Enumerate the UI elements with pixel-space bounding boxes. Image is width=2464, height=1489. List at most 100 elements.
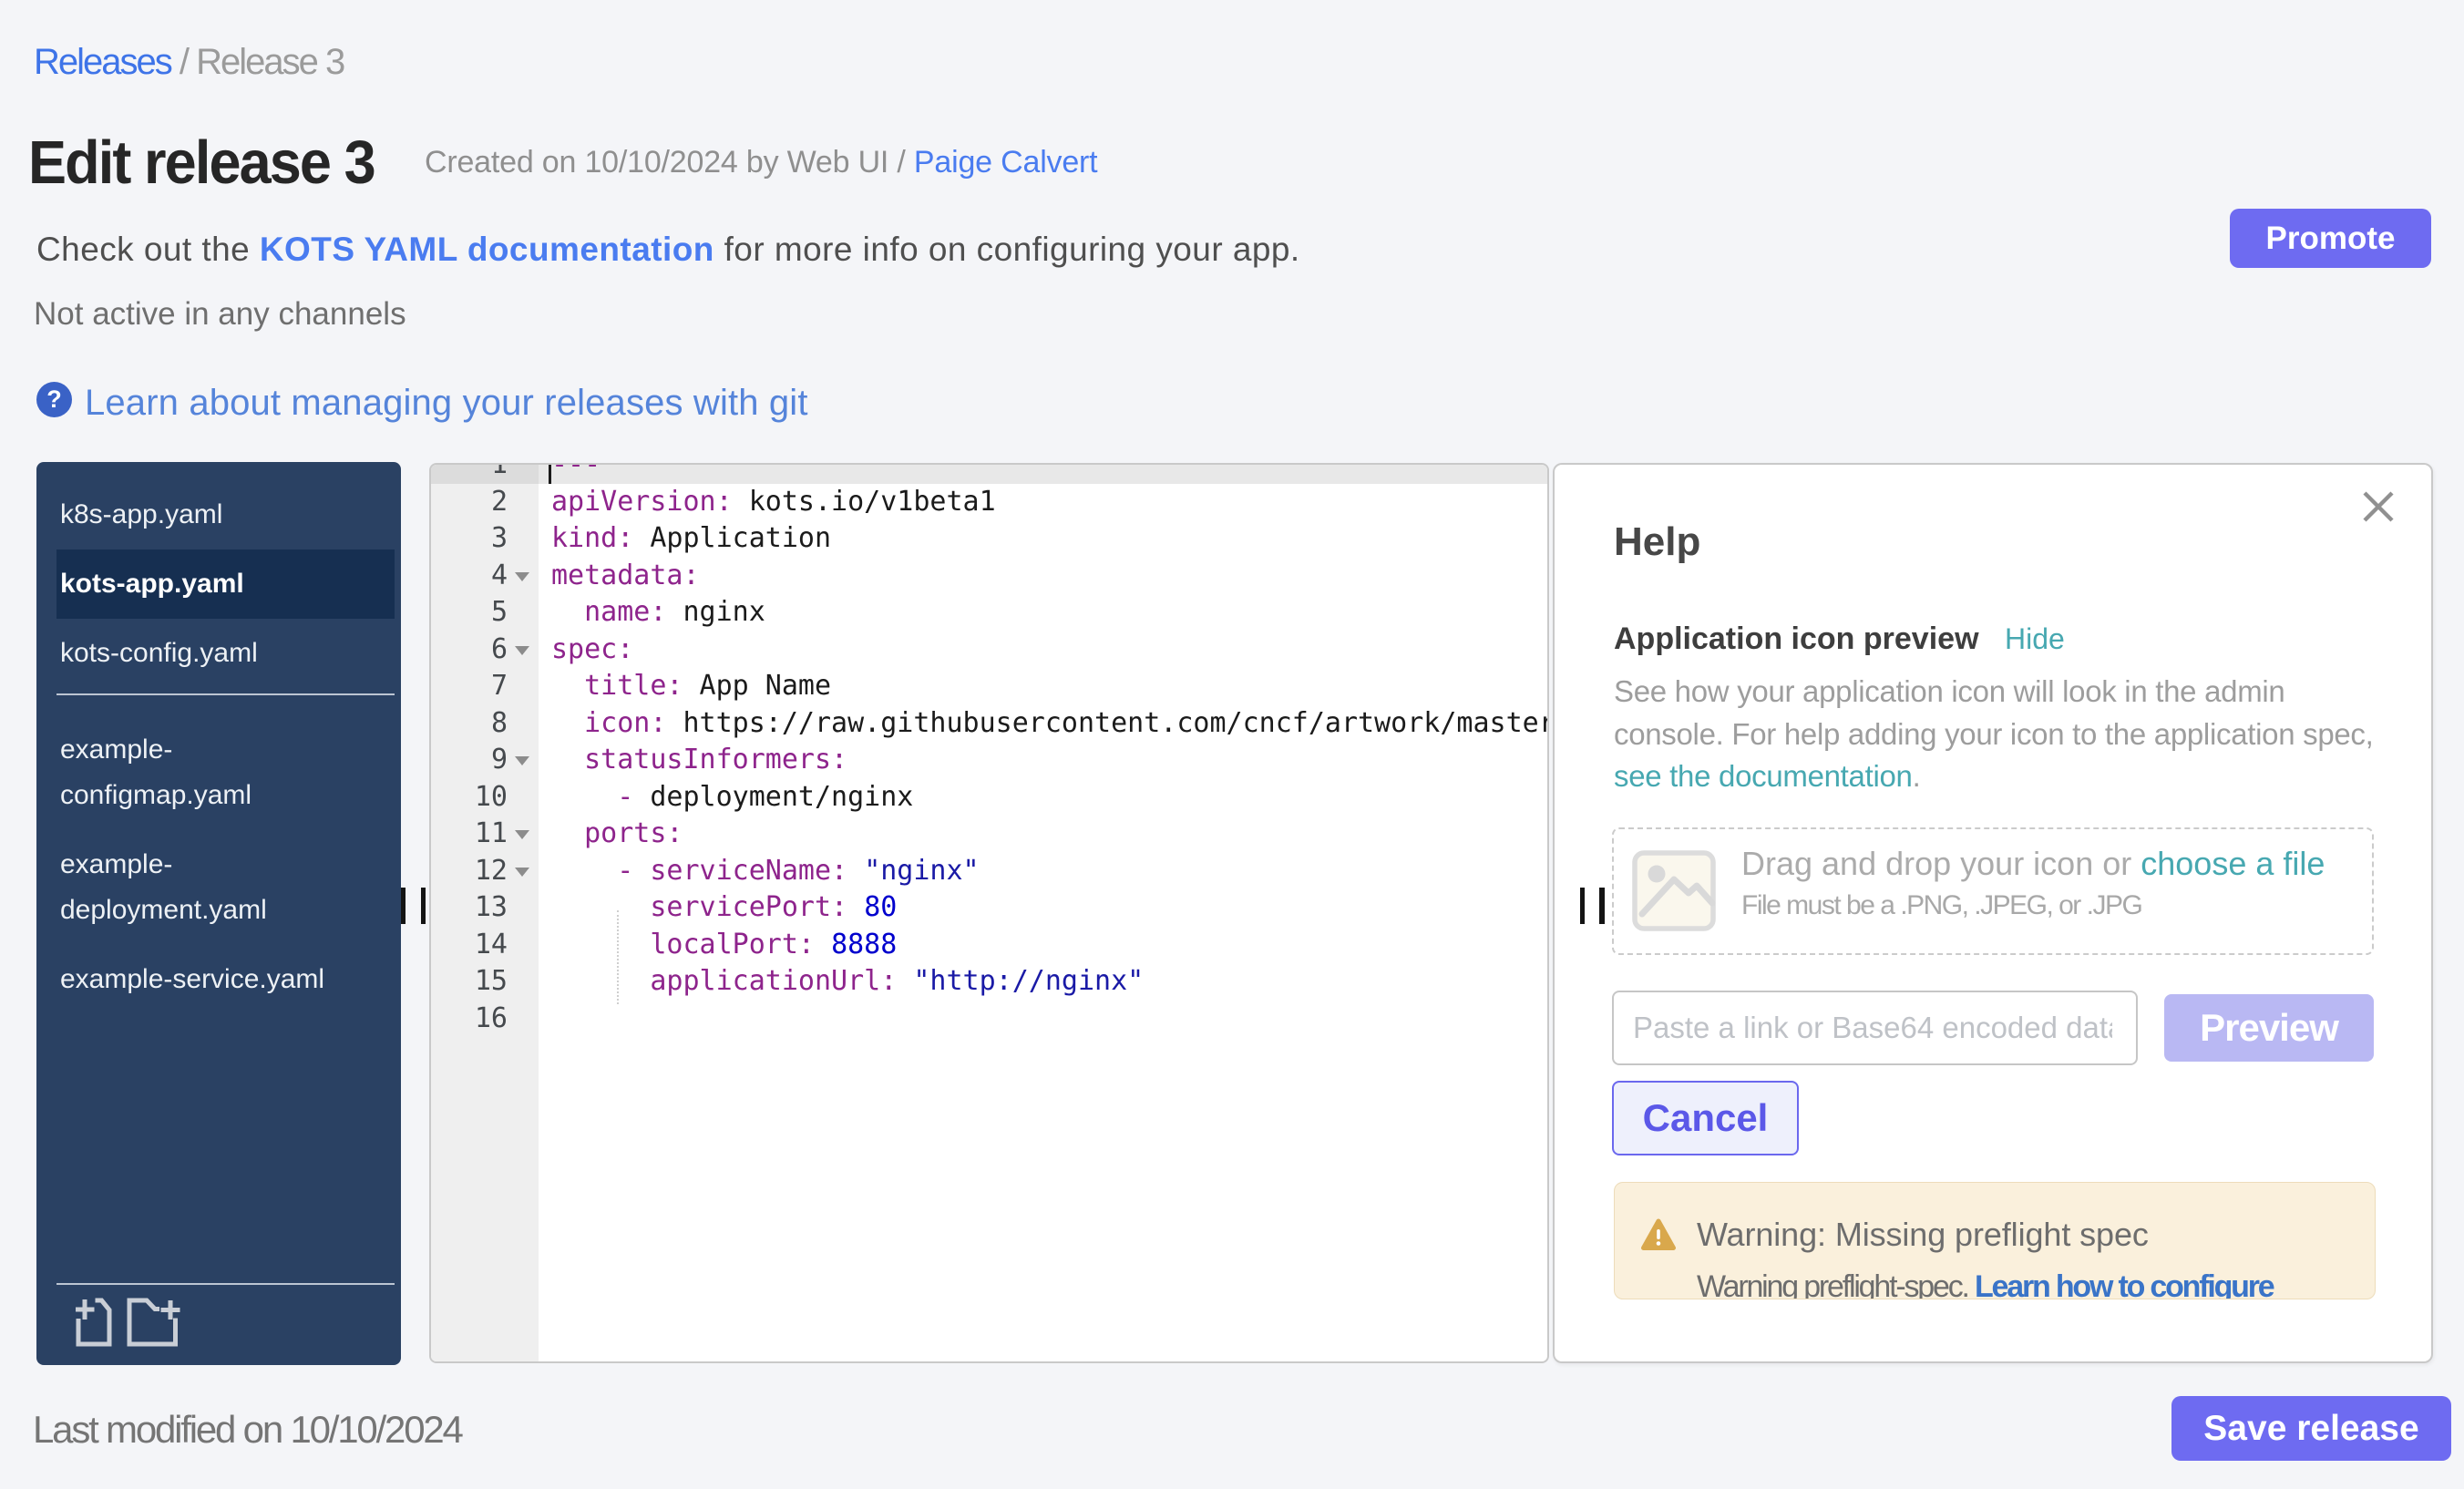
code-token-plain	[847, 855, 864, 887]
line-number-11: 11	[431, 816, 539, 853]
code-token-key: -	[617, 855, 633, 887]
code-token-number: 80	[864, 891, 897, 923]
created-text: Created on 10/10/2024 by Web UI /	[425, 145, 914, 180]
code-text-11: ports:	[539, 816, 1547, 853]
code-token-key: applicationUrl:	[650, 965, 897, 997]
hide-link[interactable]: Hide	[2005, 622, 2065, 655]
edit-release-page: Releases / Release 3 Edit release 3 Crea…	[0, 0, 2464, 1489]
choose-file-link[interactable]: choose a file	[2141, 845, 2325, 882]
code-token-plain: https://raw.githubusercontent.com/cncf/a…	[666, 707, 1549, 739]
warning-detail: Warning preflight-spec. Learn how to con…	[1697, 1269, 2273, 1299]
preview-button[interactable]: Preview	[2164, 994, 2374, 1062]
line-number-3: 3	[431, 520, 539, 558]
code-text-13: servicePort: 80	[539, 889, 1547, 927]
code-token-plain: deployment/nginx	[633, 781, 913, 813]
add-file-icon[interactable]	[76, 1298, 112, 1347]
code-token-plain: App Name	[683, 670, 832, 702]
sidebar-actions	[76, 1298, 181, 1347]
preflight-warning-box: Warning: Missing preflight spec Warning …	[1614, 1182, 2376, 1299]
close-icon[interactable]	[2358, 487, 2398, 527]
breadcrumb-separator: /	[171, 42, 196, 82]
line-number-10: 10	[431, 779, 539, 816]
save-release-button[interactable]: Save release	[2171, 1396, 2451, 1461]
code-text-16	[539, 1001, 1547, 1038]
warning-detail-text: Warning preflight-spec.	[1697, 1269, 1975, 1299]
kots-yaml-doc-link[interactable]: KOTS YAML documentation	[260, 231, 714, 268]
created-meta: Created on 10/10/2024 by Web UI / Paige …	[425, 145, 1097, 180]
code-line-10: 10 - deployment/nginx	[431, 779, 1547, 816]
code-text-7: title: App Name	[539, 668, 1547, 705]
code-token-plain	[551, 965, 650, 997]
git-help-link[interactable]: Learn about managing your releases with …	[85, 383, 808, 424]
code-line-6: 6spec:	[431, 632, 1547, 669]
add-folder-icon[interactable]	[127, 1298, 181, 1347]
code-token-plain	[551, 891, 650, 923]
icon-path	[1657, 1229, 1660, 1239]
code-token-number: 8888	[831, 929, 897, 960]
left-resize-handle-bar1[interactable]	[401, 888, 406, 924]
doc-link-period: .	[1913, 759, 1921, 793]
page-title: Edit release 3	[28, 128, 375, 198]
icon-url-input[interactable]	[1612, 991, 2138, 1065]
code-token-key: metadata:	[551, 560, 700, 591]
icon-path	[161, 1300, 180, 1320]
right-resize-handle-bar2[interactable]	[1599, 888, 1605, 924]
code-line-7: 7 title: App Name	[431, 668, 1547, 705]
code-token-key: apiVersion:	[551, 486, 733, 518]
code-token-key: ports:	[584, 817, 683, 849]
file-list-divider	[56, 693, 395, 695]
code-line-16: 16	[431, 1001, 1547, 1038]
code-line-4: 4metadata:	[431, 558, 1547, 595]
code-token-plain	[551, 670, 584, 702]
icon-dropzone[interactable]: Drag and drop your icon or choose a file…	[1612, 827, 2374, 955]
code-text-4: metadata:	[539, 558, 1547, 595]
yaml-code-editor[interactable]: 1---2apiVersion: kots.io/v1beta13kind: A…	[429, 463, 1549, 1363]
git-help-row[interactable]: ? Learn about managing your releases wit…	[36, 383, 808, 424]
right-resize-handle-bar1[interactable]	[1580, 888, 1585, 924]
created-by-link[interactable]: Paige Calvert	[914, 145, 1098, 180]
fold-arrow-icon[interactable]	[515, 572, 529, 581]
file-item-kots-config.yaml[interactable]: kots-config.yaml	[56, 619, 395, 688]
text-cursor	[549, 465, 551, 484]
learn-configure-link[interactable]: Learn how to configure	[1975, 1269, 2274, 1299]
line-number-14: 14	[431, 927, 539, 964]
file-item-example-service.yaml[interactable]: example-service.yaml	[56, 945, 395, 1014]
dropzone-line2: File must be a .PNG, .JPEG, or .JPG	[1741, 886, 2325, 926]
intro-text-after: for more info on configuring your app.	[714, 231, 1300, 268]
fold-arrow-icon[interactable]	[515, 756, 529, 765]
icon-path	[1648, 866, 1666, 883]
breadcrumb-releases-link[interactable]: Releases	[34, 42, 171, 82]
line-number-7: 7	[431, 668, 539, 705]
code-token-key: icon:	[584, 707, 666, 739]
code-line-5: 5 name: nginx	[431, 594, 1547, 632]
cancel-button[interactable]: Cancel	[1612, 1081, 1799, 1155]
code-line-8: 8 icon: https://raw.githubusercontent.co…	[431, 705, 1547, 743]
last-modified-text: Last modified on 10/10/2024	[33, 1408, 462, 1452]
code-token-plain: nginx	[666, 596, 765, 628]
code-line-13: 13 servicePort: 80	[431, 889, 1547, 927]
help-panel: Help Application icon preview Hide See h…	[1553, 463, 2433, 1363]
file-item-k8s-app.yaml[interactable]: k8s-app.yaml	[56, 480, 395, 549]
code-text-5: name: nginx	[539, 594, 1547, 632]
code-text-1: ---	[539, 463, 1547, 484]
file-item-kots-app.yaml[interactable]: kots-app.yaml	[56, 549, 395, 619]
help-description: See how your application icon will look …	[1614, 671, 2374, 798]
question-mark-icon: ?	[36, 382, 72, 417]
code-token-key: servicePort:	[650, 891, 847, 923]
line-number-1: 1	[431, 463, 539, 484]
fold-arrow-icon[interactable]	[515, 868, 529, 877]
breadcrumb: Releases / Release 3	[34, 42, 344, 83]
dropzone-line1-wrap: Drag and drop your icon or choose a file	[1741, 842, 2325, 886]
left-resize-handle-bar2[interactable]	[421, 888, 426, 924]
fold-arrow-icon[interactable]	[515, 830, 529, 839]
fold-arrow-icon[interactable]	[515, 646, 529, 655]
line-number-13: 13	[431, 889, 539, 927]
file-list: k8s-app.yamlkots-app.yamlkots-config.yam…	[56, 480, 395, 1014]
file-item-example-deployment.yaml[interactable]: example-deployment.yaml	[56, 830, 395, 945]
code-text-6: spec:	[539, 632, 1547, 669]
see-documentation-link[interactable]: see the documentation	[1614, 759, 1913, 793]
code-token-plain: kots.io/v1beta1	[733, 486, 996, 518]
file-item-example-configmap.yaml[interactable]: example-configmap.yaml	[56, 715, 395, 830]
promote-button[interactable]: Promote	[2230, 209, 2431, 268]
code-line-2: 2apiVersion: kots.io/v1beta1	[431, 484, 1547, 521]
